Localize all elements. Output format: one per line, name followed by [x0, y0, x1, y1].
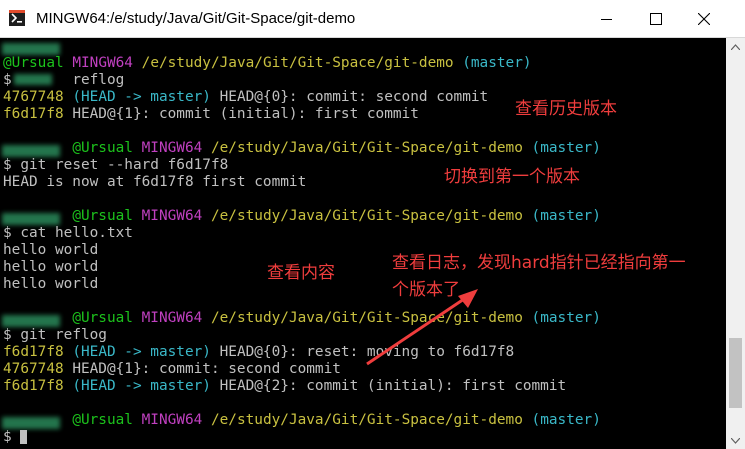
chevron-up-icon	[731, 43, 740, 50]
git-bash-icon	[9, 10, 25, 26]
window-title: MINGW64:/e/study/Java/Git/Git-Space/git-…	[36, 10, 356, 27]
vertical-scrollbar[interactable]	[726, 38, 745, 449]
close-button[interactable]	[681, 0, 727, 38]
scroll-up-button[interactable]	[726, 38, 745, 55]
maximize-icon	[650, 13, 662, 25]
terminal-output[interactable]: @Ursual MINGW64 /e/study/Java/Git/Git-Sp…	[0, 38, 726, 449]
close-icon	[698, 13, 710, 25]
scroll-down-button[interactable]	[726, 432, 745, 449]
scrollbar-thumb[interactable]	[729, 338, 742, 408]
minimize-icon	[601, 19, 612, 20]
chevron-down-icon	[731, 437, 740, 444]
title-bar[interactable]: MINGW64:/e/study/Java/Git/Git-Space/git-…	[0, 0, 745, 38]
maximize-button[interactable]	[633, 0, 679, 38]
annotation-arrow	[366, 289, 478, 366]
minimize-button[interactable]	[584, 0, 630, 38]
